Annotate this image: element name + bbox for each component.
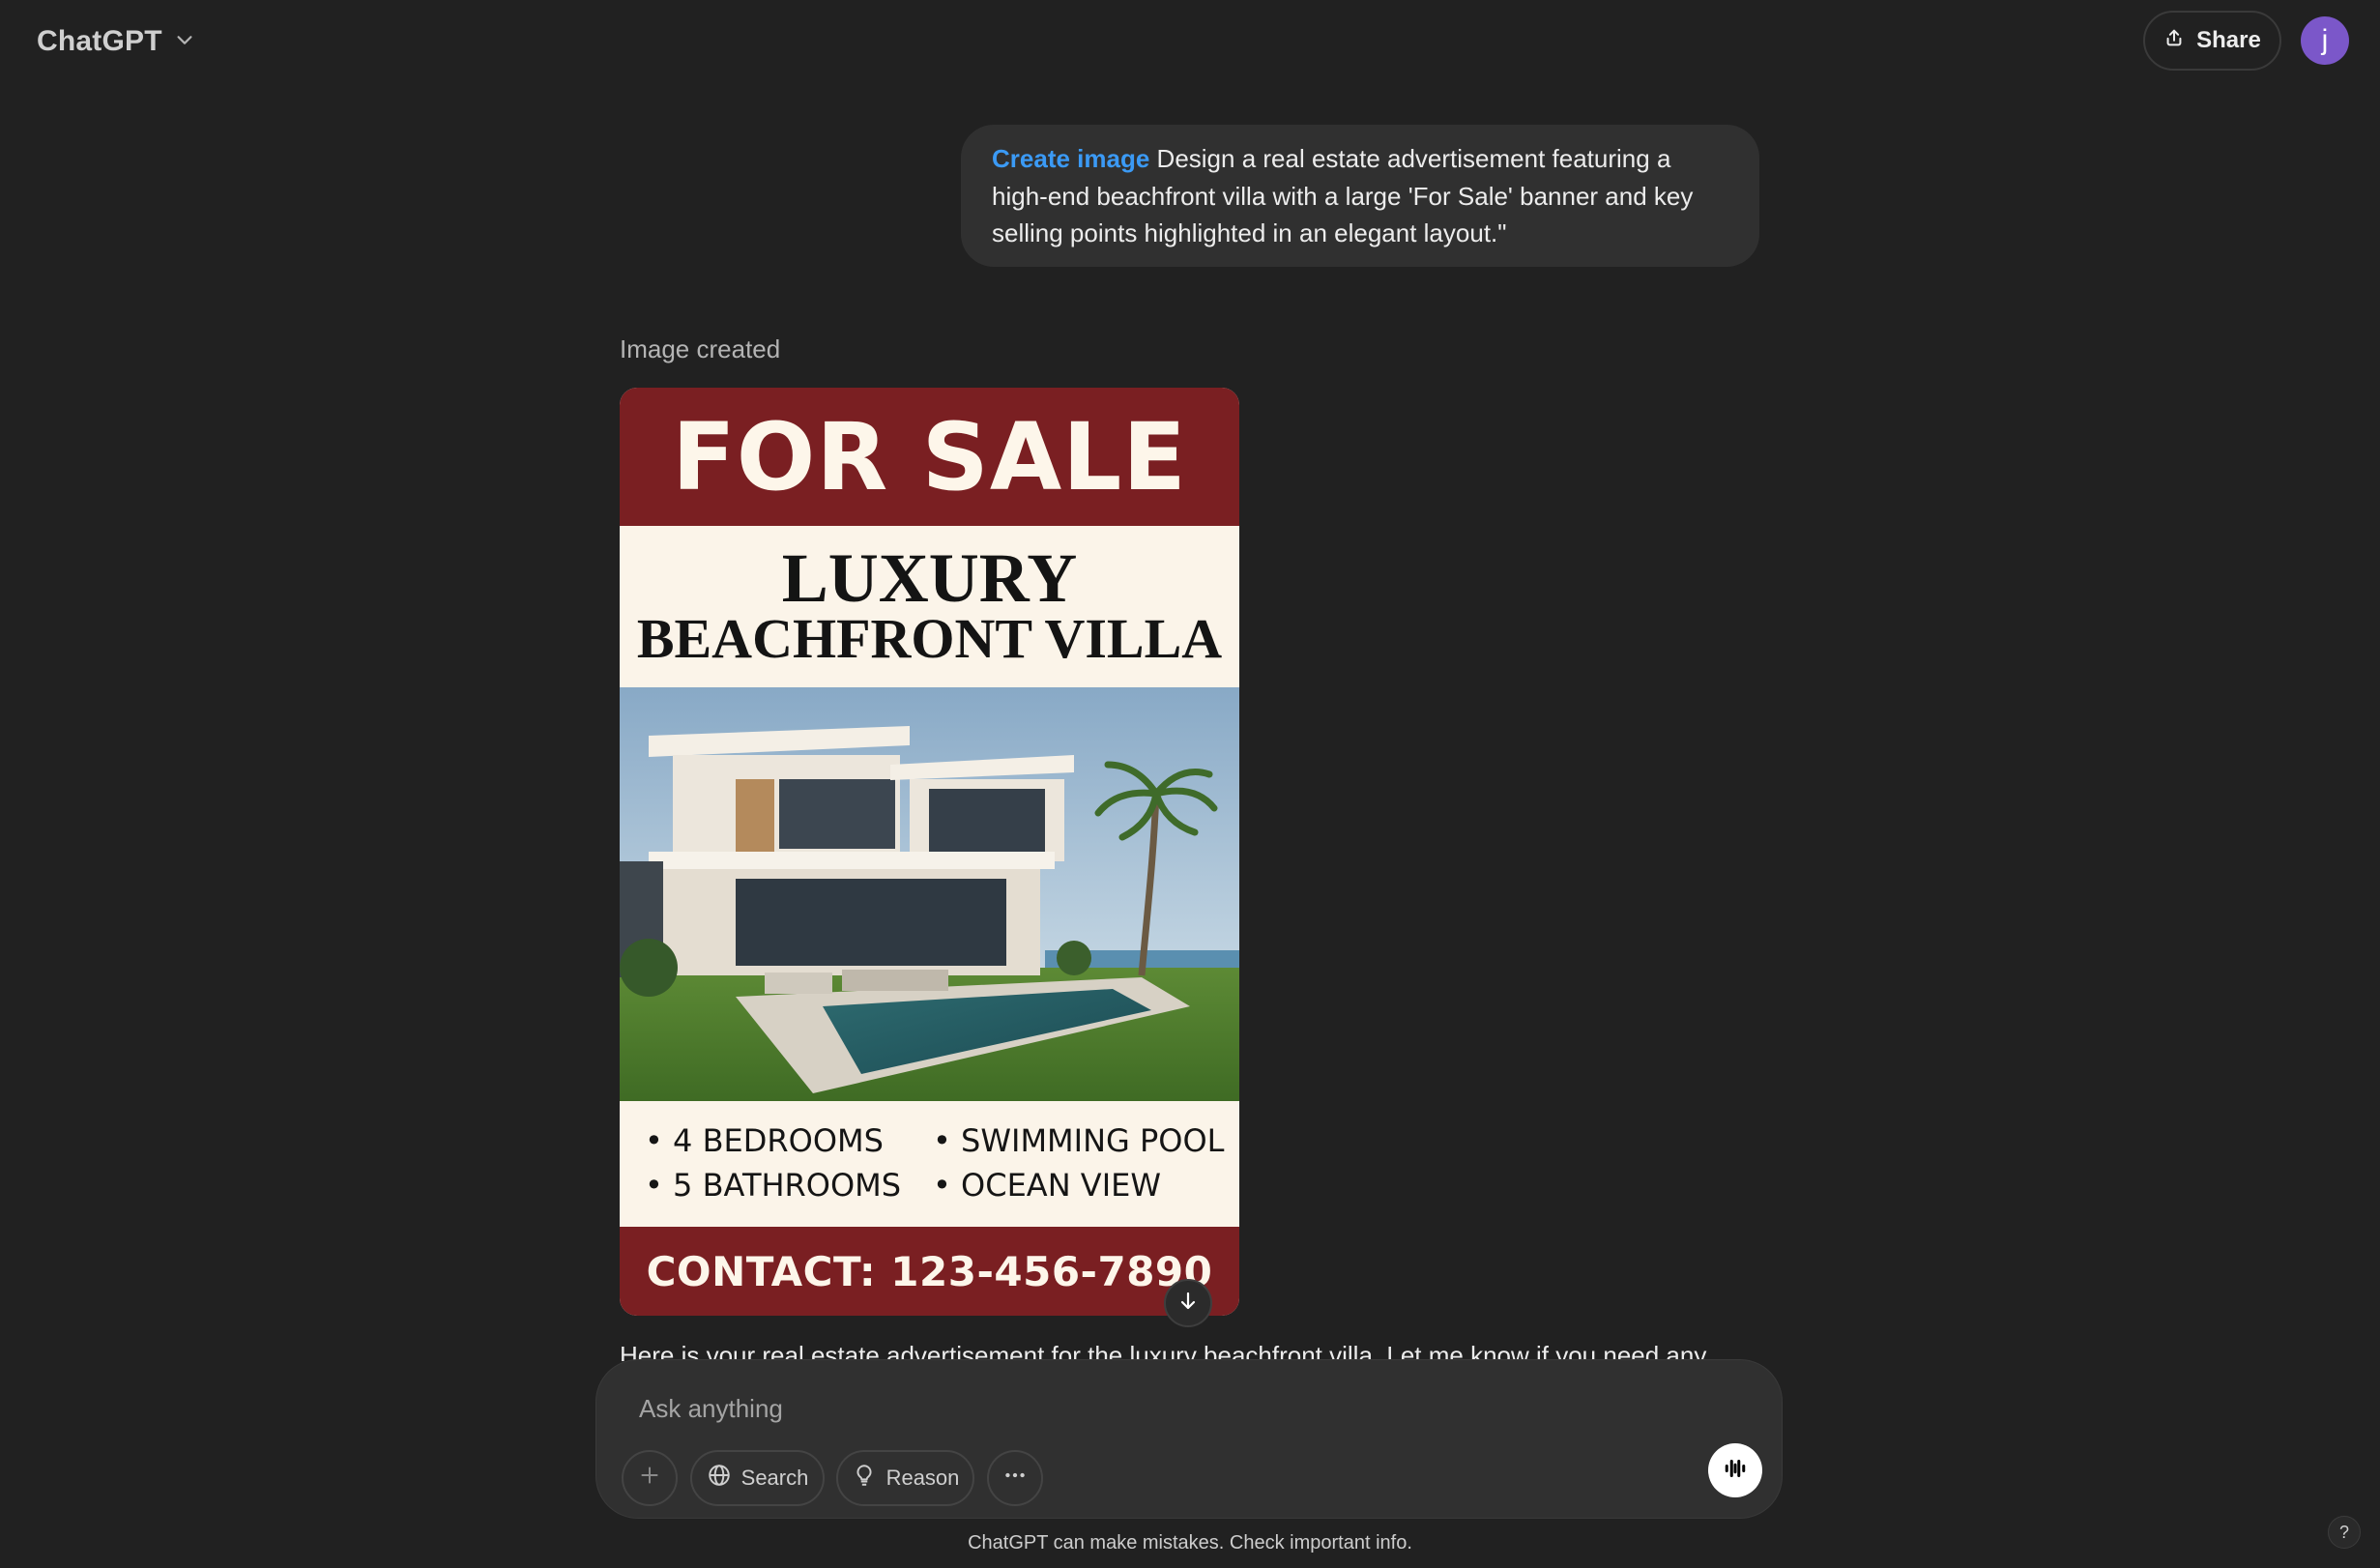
chevron-down-icon [174,29,195,55]
feature-item: • 5 BATHROOMS [645,1167,902,1204]
create-image-chip: Create image [992,144,1150,173]
feature-item: • SWIMMING POOL [933,1122,1225,1159]
more-tools-button[interactable] [987,1450,1043,1506]
download-button[interactable] [1164,1279,1212,1327]
model-name: ChatGPT [37,25,162,57]
reason-button[interactable]: Reason [836,1450,974,1506]
disclaimer-text: ChatGPT can make mistakes. Check importa… [968,1532,1412,1553]
composer: Search Reason [595,1359,1783,1519]
assistant-reply-text: Here is your real estate advertisement f… [620,1341,1707,1361]
villa-photo [620,687,1239,1101]
share-button[interactable]: Share [2143,11,2281,71]
search-label: Search [740,1466,809,1490]
share-icon [2163,27,2185,55]
globe-icon [707,1463,732,1494]
ad-title: LUXURY BEACHFRONT VILLA [620,526,1239,687]
for-sale-banner: FOR SALE [620,388,1239,526]
arrow-down-icon [1176,1290,1200,1318]
reason-label: Reason [885,1466,960,1490]
voice-mode-button[interactable] [1708,1443,1762,1497]
search-button[interactable]: Search [690,1450,825,1506]
image-created-status: Image created [620,334,781,363]
plus-icon [637,1463,662,1494]
ad-title-line-2: BEACHFRONT VILLA [636,607,1223,670]
generated-image[interactable]: FOR SALE LUXURY BEACHFRONT VILLA • 4 BED… [620,388,1239,1316]
attach-button[interactable] [622,1450,678,1506]
feature-item: • 4 BEDROOMS [645,1122,884,1159]
share-label: Share [2196,27,2261,53]
lightbulb-icon [852,1463,877,1494]
ad-features: • 4 BEDROOMS • 5 BATHROOMS • SWIMMING PO… [620,1101,1239,1227]
contact-banner: CONTACT: 123-456-7890 [620,1227,1239,1316]
model-selector[interactable]: ChatGPT [23,15,209,68]
voice-icon [1721,1454,1750,1488]
top-bar: ChatGPT Share j [0,0,2380,83]
help-button[interactable]: ? [2328,1516,2361,1549]
feature-item: • OCEAN VIEW [933,1167,1161,1204]
prompt-input[interactable] [637,1389,1604,1428]
user-message-bubble: Create image Design a real estate advert… [961,125,1759,267]
ad-title-line-1: LUXURY [781,539,1078,617]
more-icon [1002,1463,1028,1494]
avatar[interactable]: j [2301,16,2349,65]
